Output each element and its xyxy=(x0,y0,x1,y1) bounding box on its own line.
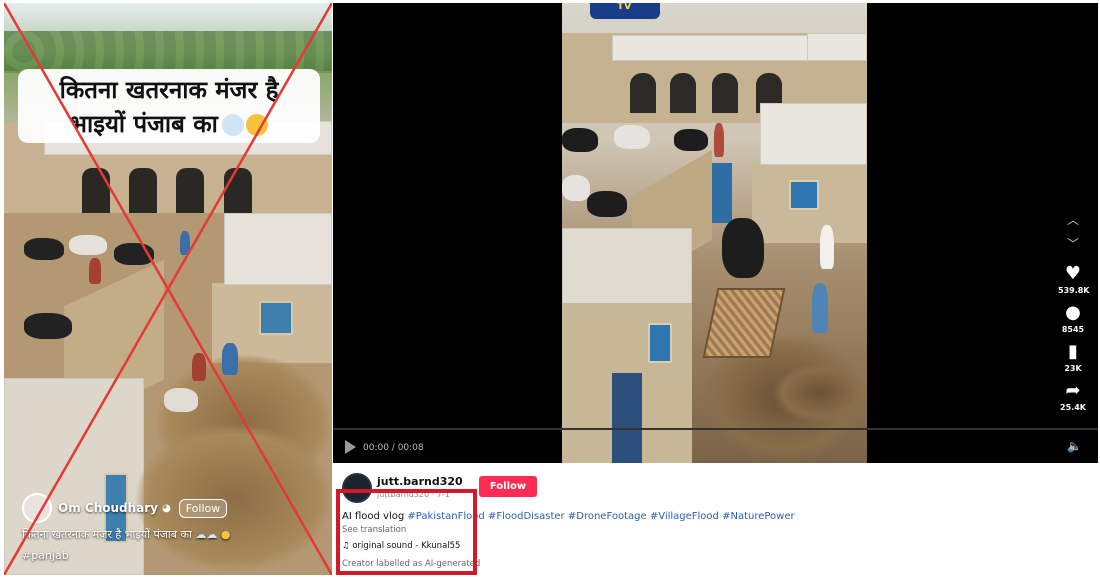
share-count: 25.4K xyxy=(1060,403,1086,412)
person xyxy=(820,225,834,269)
smiling-tear-icon: ● xyxy=(220,528,231,541)
window xyxy=(259,301,293,335)
archway xyxy=(224,168,252,213)
person xyxy=(812,283,828,333)
hashtag-link[interactable]: #NaturePower xyxy=(722,511,795,522)
rain-cloud-icon xyxy=(221,114,244,136)
rain-cloud-icon: ☁☁ xyxy=(195,528,218,541)
cow xyxy=(114,243,154,265)
left-video-post: कितना खतरनाक मंजर है भाइयों पंजाब का Om … xyxy=(4,3,332,575)
overlay-text-line-2: भाइयों पंजाब का xyxy=(24,107,314,141)
side-action-bar: ︿ ﹀ ♥ 539.8K ● 8545 ▮ 23K ➦ 25.4K xyxy=(1058,208,1090,412)
tree-line xyxy=(4,31,332,71)
archway xyxy=(712,73,738,113)
archway xyxy=(670,73,696,113)
cow xyxy=(164,388,198,412)
right-tiktok-post: TV 00:00 / 00:08 🔈 ︿ ﹀ ♥ 539.8K ● 8545 ▮… xyxy=(333,3,1098,575)
heart-icon[interactable]: ♥ xyxy=(1058,264,1088,284)
left-caption-text: कितना खतरनाक मंजर है भाइयों पंजाब का xyxy=(22,528,192,541)
play-icon[interactable] xyxy=(345,440,356,454)
window xyxy=(789,180,819,210)
like-count: 539.8K xyxy=(1058,286,1090,295)
hashtag-link[interactable]: #FloodDisaster xyxy=(488,511,565,522)
archway xyxy=(630,73,656,113)
person xyxy=(714,123,724,157)
cow xyxy=(722,218,764,278)
cow xyxy=(674,129,708,151)
person xyxy=(222,343,238,375)
side-roof xyxy=(760,103,867,165)
cow xyxy=(69,235,107,255)
bookmark-count: 23K xyxy=(1064,364,1082,373)
chevron-down-icon[interactable]: ﹀ xyxy=(1058,232,1088,256)
roof xyxy=(612,35,812,61)
video-player[interactable]: TV 00:00 / 00:08 🔈 ︿ ﹀ ♥ 539.8K ● 8545 ▮… xyxy=(333,3,1098,463)
blue-door xyxy=(712,163,732,223)
roof xyxy=(807,33,867,61)
channel-logo-text: TV xyxy=(617,3,632,12)
cow xyxy=(562,175,590,201)
doorway xyxy=(612,373,642,463)
share-icon[interactable]: ➦ xyxy=(1058,381,1088,401)
volume-icon[interactable]: 🔈 xyxy=(1067,439,1082,453)
avatar[interactable] xyxy=(22,493,52,523)
overlay-text-line-1: कितना खतरनाक मंजर है xyxy=(59,76,279,104)
mud-puddle xyxy=(772,363,867,423)
comment-count: 8545 xyxy=(1061,325,1085,334)
person xyxy=(180,231,190,255)
person xyxy=(192,353,206,381)
left-user-row: Om Choudhary ◕ Follow xyxy=(22,493,228,523)
cow xyxy=(587,191,627,217)
archway xyxy=(129,168,157,213)
bookmark-icon[interactable]: ▮ xyxy=(1058,342,1088,362)
verified-icon: ◕ xyxy=(162,502,171,514)
cow xyxy=(562,128,598,152)
person xyxy=(89,258,101,284)
archway xyxy=(176,168,204,213)
video-time: 00:00 / 00:08 xyxy=(363,443,424,453)
left-caption: कितना खतरनाक मंजर है भाइयों पंजाब का ☁☁ … xyxy=(22,527,230,542)
archway xyxy=(82,168,110,213)
smiling-tear-icon xyxy=(245,114,268,136)
left-hashtag[interactable]: #panjab xyxy=(22,549,69,562)
cow xyxy=(614,125,650,149)
progress-bar[interactable] xyxy=(333,428,1098,430)
comment-icon[interactable]: ● xyxy=(1058,303,1088,323)
post-info: jutt.barnd320 juttbarnd320 · 7-1 Follow … xyxy=(333,463,1098,575)
red-highlight-box xyxy=(336,489,477,575)
video-frame: TV xyxy=(562,3,867,463)
cow xyxy=(24,238,64,260)
overlay-text-line-2-text: भाइयों पंजाब का xyxy=(70,110,218,138)
left-follow-button[interactable]: Follow xyxy=(178,498,228,518)
chevron-up-icon[interactable]: ︿ xyxy=(1058,208,1088,232)
hashtag-link[interactable]: #VillageFlood xyxy=(650,511,719,522)
comparison-screenshot: कितना खतरनाक मंजर है भाइयों पंजाब का Om … xyxy=(0,0,1100,577)
left-username[interactable]: Om Choudhary xyxy=(58,501,158,515)
side-roof xyxy=(224,213,332,285)
username[interactable]: jutt.barnd320 xyxy=(377,475,463,488)
hashtag-link[interactable]: #DroneFootage xyxy=(568,511,647,522)
cow xyxy=(24,313,72,339)
window xyxy=(648,323,672,363)
overlay-text-box: कितना खतरनाक मंजर है भाइयों पंजाब का xyxy=(18,69,320,143)
follow-button[interactable]: Follow xyxy=(479,476,537,497)
